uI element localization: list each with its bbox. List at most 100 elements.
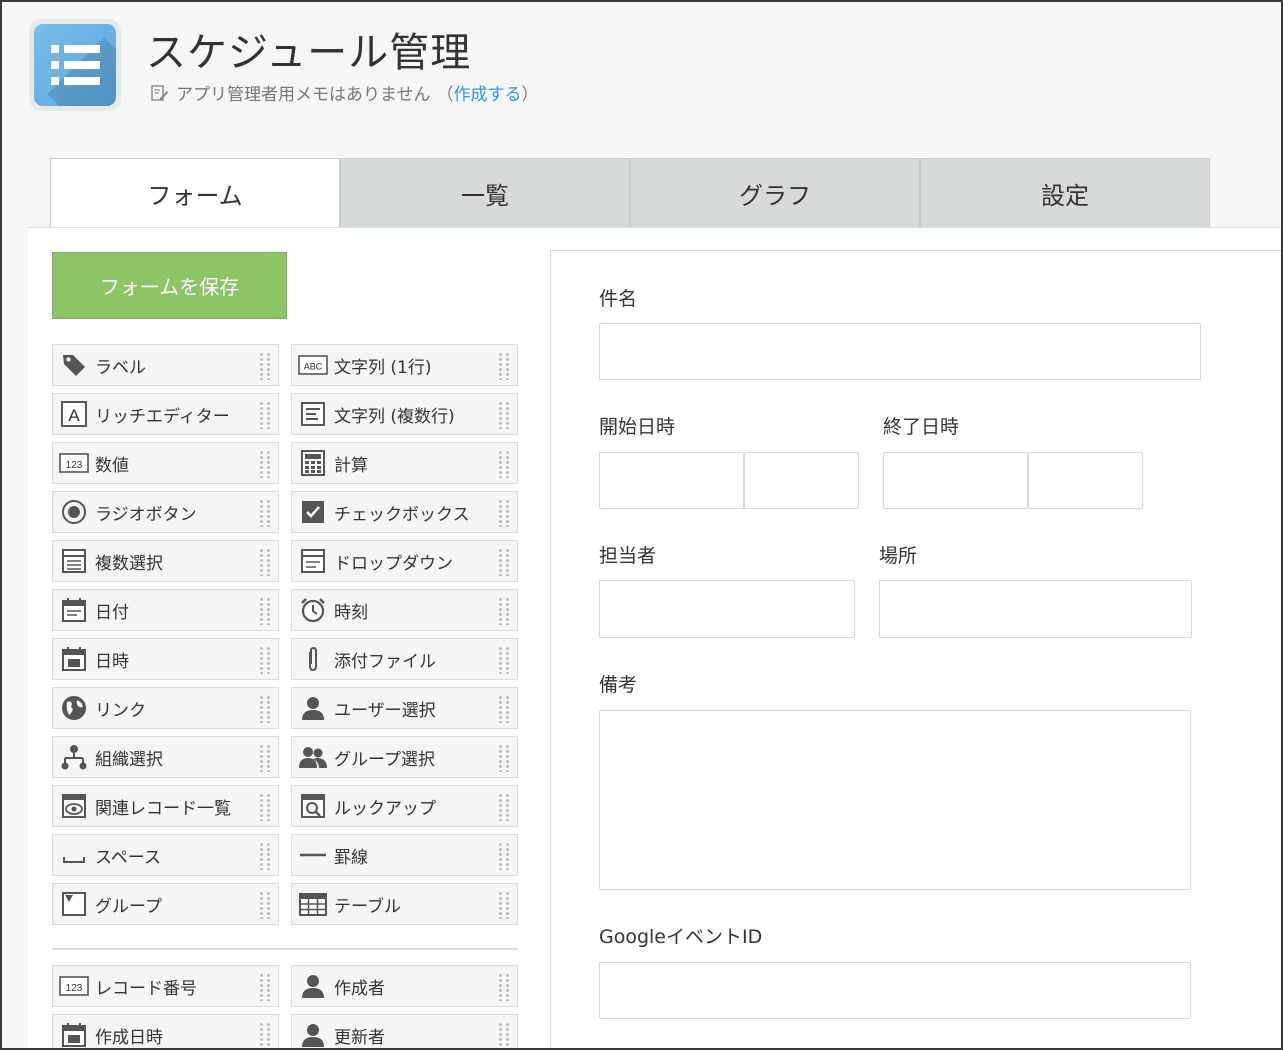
drag-handle[interactable] — [258, 597, 272, 625]
end-date-field[interactable] — [883, 452, 1028, 509]
google-event-id-field[interactable] — [599, 962, 1191, 1019]
assignee-field[interactable] — [599, 580, 855, 638]
abc-icon: ABC — [298, 350, 328, 380]
palette-item-table[interactable]: テーブル — [291, 883, 518, 925]
tab-list[interactable]: 一覧 — [340, 158, 630, 228]
tag-icon — [59, 350, 89, 380]
palette-item-text-multi[interactable]: 文字列 (複数行) — [291, 393, 518, 435]
palette-item-text: 文字列 (複数行) — [334, 406, 455, 427]
palette-item-radio[interactable]: ラジオボタン — [52, 491, 279, 533]
drag-handle[interactable] — [258, 646, 272, 674]
drag-handle[interactable] — [497, 1022, 511, 1048]
palette-item-rich-editor[interactable]: A リッチエディター — [52, 393, 279, 435]
palette-item-org-select[interactable]: 組織選択 — [52, 736, 279, 778]
palette-item-related-records[interactable]: 関連レコード一覧 — [52, 785, 279, 827]
palette-item-text: ラベル — [95, 357, 146, 378]
palette-item-attachment[interactable]: 添付ファイル — [291, 638, 518, 680]
drag-handle[interactable] — [497, 597, 511, 625]
clock-icon — [298, 595, 328, 625]
drag-handle[interactable] — [258, 499, 272, 527]
drag-handle[interactable] — [497, 352, 511, 380]
palette-item-checkbox[interactable]: チェックボックス — [291, 491, 518, 533]
memo-text: アプリ管理者用メモはありません — [176, 85, 431, 105]
palette-item-text: リッチエディター — [95, 406, 230, 427]
drag-handle[interactable] — [497, 548, 511, 576]
tab-graph[interactable]: グラフ — [630, 158, 920, 228]
palette-item-link[interactable]: リンク — [52, 687, 279, 729]
drag-handle[interactable] — [497, 973, 511, 1001]
palette-item-creator[interactable]: 作成者 — [291, 965, 518, 1007]
drag-handle[interactable] — [258, 973, 272, 1001]
calculator-icon — [298, 448, 328, 478]
drag-handle[interactable] — [258, 744, 272, 772]
palette-item-space[interactable]: スペース — [52, 834, 279, 876]
palette-item-text: ユーザー選択 — [334, 700, 436, 721]
drag-handle[interactable] — [258, 548, 272, 576]
drag-handle[interactable] — [258, 401, 272, 429]
palette-item-lookup[interactable]: ルックアップ — [291, 785, 518, 827]
palette-item-text: 添付ファイル — [334, 651, 436, 672]
palette-item-group[interactable]: グループ — [52, 883, 279, 925]
palette-item-text: ルックアップ — [334, 798, 436, 819]
palette-item-text: チェックボックス — [334, 504, 470, 525]
drag-handle[interactable] — [497, 695, 511, 723]
palette-item-time[interactable]: 時刻 — [291, 589, 518, 631]
drag-handle[interactable] — [497, 891, 511, 919]
drag-handle[interactable] — [497, 450, 511, 478]
lookup-icon — [298, 791, 328, 821]
drag-handle[interactable] — [258, 450, 272, 478]
user-icon — [298, 971, 328, 1001]
calendar-icon — [59, 595, 89, 625]
palette-item-label[interactable]: ラベル — [52, 344, 279, 386]
create-memo-link[interactable]: 作成する — [454, 85, 522, 105]
palette-item-text: リンク — [95, 700, 146, 721]
drag-handle[interactable] — [497, 793, 511, 821]
palette-item-date[interactable]: 日付 — [52, 589, 279, 631]
drag-handle[interactable] — [497, 499, 511, 527]
palette-item-created-datetime[interactable]: 作成日時 — [52, 1014, 279, 1048]
field-label-location: 場所 — [879, 545, 918, 567]
drag-handle[interactable] — [497, 646, 511, 674]
drag-handle[interactable] — [497, 401, 511, 429]
drag-handle[interactable] — [258, 352, 272, 380]
palette-item-text: 組織選択 — [95, 749, 163, 770]
svg-text:A: A — [68, 406, 80, 425]
palette-item-calc[interactable]: 計算 — [291, 442, 518, 484]
related-records-icon — [59, 791, 89, 821]
palette-item-dropdown[interactable]: ドロップダウン — [291, 540, 518, 582]
drag-handle[interactable] — [258, 695, 272, 723]
location-field[interactable] — [879, 580, 1192, 638]
drag-handle[interactable] — [258, 793, 272, 821]
drag-handle[interactable] — [497, 842, 511, 870]
palette-item-group-select[interactable]: グループ選択 — [291, 736, 518, 778]
palette-item-text: 計算 — [334, 455, 368, 476]
palette-item-updater[interactable]: 更新者 — [291, 1014, 518, 1048]
palette-item-text: 日付 — [95, 602, 129, 623]
palette-item-multi-select[interactable]: 複数選択 — [52, 540, 279, 582]
palette-item-text-single[interactable]: ABC 文字列 (1行) — [291, 344, 518, 386]
start-time-field[interactable] — [744, 452, 859, 509]
start-date-field[interactable] — [599, 452, 744, 509]
drag-handle[interactable] — [497, 744, 511, 772]
field-label-subject: 件名 — [599, 288, 638, 310]
palette-item-border[interactable]: 罫線 — [291, 834, 518, 876]
palette-item-text: 日時 — [95, 651, 129, 672]
palette-item-number[interactable]: 123 数値 — [52, 442, 279, 484]
notes-field[interactable] — [599, 710, 1191, 890]
number-icon: 123 — [59, 448, 89, 478]
palette-item-record-number[interactable]: 123 レコード番号 — [52, 965, 279, 1007]
drag-handle[interactable] — [258, 842, 272, 870]
palette-item-user-select[interactable]: ユーザー選択 — [291, 687, 518, 729]
save-form-button[interactable]: フォームを保存 — [52, 252, 287, 319]
tab-settings[interactable]: 設定 — [920, 158, 1210, 228]
user-icon — [298, 693, 328, 723]
dropdown-icon — [298, 546, 328, 576]
drag-handle[interactable] — [258, 891, 272, 919]
tab-form[interactable]: フォーム — [50, 158, 340, 228]
palette-item-datetime[interactable]: 日時 — [52, 638, 279, 680]
end-time-field[interactable] — [1028, 452, 1143, 509]
subject-field[interactable] — [599, 323, 1201, 380]
user-icon — [298, 1020, 328, 1048]
drag-handle[interactable] — [258, 1022, 272, 1048]
svg-text:123: 123 — [66, 983, 83, 994]
